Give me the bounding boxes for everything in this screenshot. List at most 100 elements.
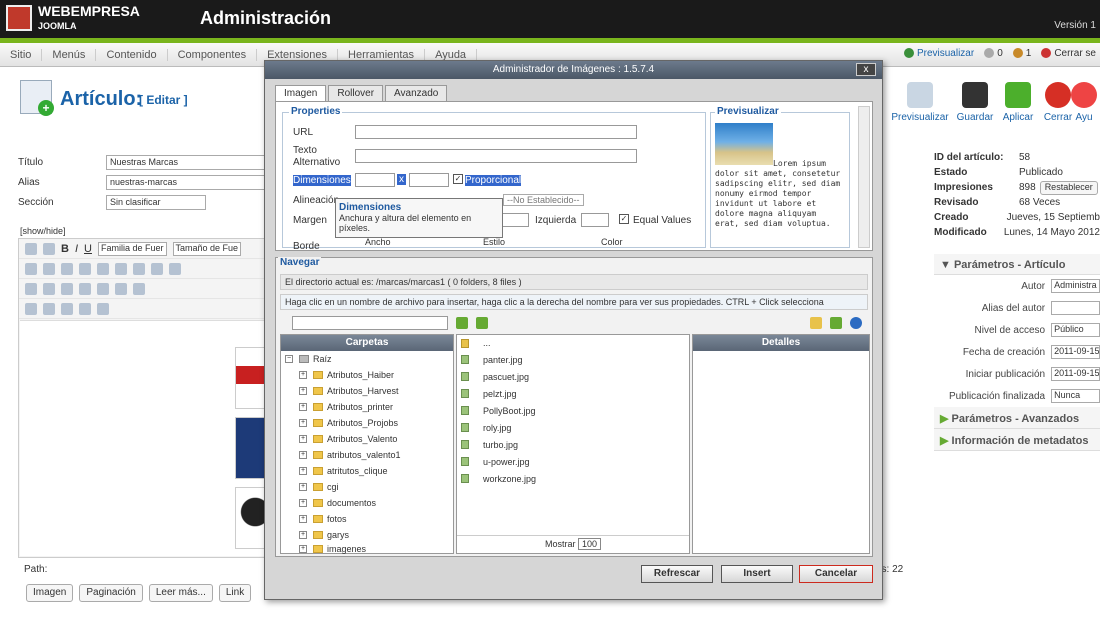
refresh-icon[interactable] bbox=[456, 317, 468, 329]
properties-scrollbar[interactable] bbox=[858, 106, 870, 248]
folder-item[interactable]: + imagenes bbox=[281, 543, 453, 555]
preview-link[interactable]: Previsualizar bbox=[903, 48, 974, 59]
created-date-input[interactable]: 2011-09-15 bbox=[1051, 345, 1100, 359]
menu-herramientas[interactable]: Herramientas bbox=[338, 48, 426, 61]
underline-icon[interactable]: U bbox=[84, 243, 92, 255]
folder-item[interactable]: + Atributos_Valento bbox=[281, 431, 453, 447]
folder-item[interactable]: + cgi bbox=[281, 479, 453, 495]
parent-folder-item[interactable]: ... bbox=[457, 335, 689, 351]
file-item[interactable]: roly.jpg bbox=[457, 419, 689, 436]
publish-up-input[interactable]: 2011-09-15 bbox=[1051, 367, 1100, 381]
info-icon[interactable] bbox=[850, 317, 862, 329]
row-icon[interactable] bbox=[133, 282, 145, 295]
italic-icon[interactable]: I bbox=[75, 243, 78, 255]
clear-format-icon[interactable] bbox=[97, 262, 109, 275]
replace-icon[interactable] bbox=[43, 262, 55, 275]
emoticon-icon[interactable] bbox=[43, 282, 55, 295]
preview-button[interactable]: Previsualizar bbox=[890, 82, 950, 123]
file-item[interactable]: pelzt.jpg bbox=[457, 385, 689, 402]
folder-item[interactable]: + Atributos_Projobs bbox=[281, 415, 453, 431]
insert-button[interactable]: Insert bbox=[721, 565, 793, 583]
dialog-close-button[interactable]: x bbox=[856, 63, 876, 76]
text-color-icon[interactable] bbox=[61, 262, 73, 275]
menu-componentes[interactable]: Componentes bbox=[168, 48, 258, 61]
new-doc-icon[interactable] bbox=[43, 242, 55, 255]
ltr-icon[interactable] bbox=[25, 282, 37, 295]
folder-item[interactable]: + fotos bbox=[281, 511, 453, 527]
folder-item[interactable]: + Atributos_Harvest bbox=[281, 383, 453, 399]
readmore-button[interactable]: Leer más... bbox=[148, 584, 213, 602]
editor-content[interactable] bbox=[20, 320, 285, 556]
menu-menus[interactable]: Menús bbox=[42, 48, 97, 61]
folder-item[interactable]: + atributos_valento1 bbox=[281, 447, 453, 463]
file-item[interactable]: pascuet.jpg bbox=[457, 368, 689, 385]
bold-icon[interactable]: B bbox=[61, 243, 69, 255]
file-item[interactable]: u-power.jpg bbox=[457, 453, 689, 470]
find-icon[interactable] bbox=[25, 262, 37, 275]
folder-item[interactable]: + Atributos_Haiber bbox=[281, 367, 453, 383]
insert-icon[interactable] bbox=[79, 302, 91, 315]
section-select[interactable]: Sin clasificar bbox=[106, 194, 206, 210]
font-size-select[interactable]: Tamaño de Fue bbox=[172, 241, 242, 256]
author-alias-input[interactable] bbox=[1051, 301, 1100, 315]
spell-icon[interactable] bbox=[25, 302, 37, 315]
margin-left-input[interactable] bbox=[581, 213, 609, 227]
root-folder[interactable]: − Raíz bbox=[281, 351, 453, 367]
menu-contenido[interactable]: Contenido bbox=[96, 48, 168, 61]
proportional-checkbox[interactable]: ✓ bbox=[453, 174, 463, 184]
menu-extensiones[interactable]: Extensiones bbox=[257, 48, 339, 61]
logout-link[interactable]: Cerrar se bbox=[1041, 48, 1096, 59]
messages-count[interactable]: 0 bbox=[984, 48, 1003, 59]
pagination-button[interactable]: Paginación bbox=[79, 584, 143, 602]
height-input[interactable] bbox=[409, 173, 449, 187]
refresh-button[interactable]: Refrescar bbox=[641, 565, 713, 583]
show-hide-toggle[interactable]: [show/hide] bbox=[20, 226, 66, 236]
file-item[interactable]: PollyBoot.jpg bbox=[457, 402, 689, 419]
author-select[interactable]: Administra bbox=[1051, 279, 1100, 293]
users-count[interactable]: 1 bbox=[1012, 48, 1031, 59]
upload-icon[interactable] bbox=[830, 317, 842, 329]
tab-rollover[interactable]: Rollover bbox=[328, 85, 384, 101]
tab-imagen[interactable]: Imagen bbox=[275, 85, 327, 101]
file-item[interactable]: workzone.jpg bbox=[457, 470, 689, 487]
path-input[interactable] bbox=[292, 316, 448, 330]
new-folder-icon[interactable] bbox=[810, 317, 822, 329]
link-button[interactable]: Link bbox=[218, 584, 252, 602]
list-icon[interactable] bbox=[151, 262, 163, 275]
equal-values-checkbox[interactable]: ✓ bbox=[619, 214, 629, 224]
reset-hits-button[interactable]: Restablecer bbox=[1039, 180, 1098, 195]
params-article-toggle[interactable]: ▼ Parámetros - Artículo bbox=[934, 254, 1100, 275]
folder-item[interactable]: + atritutos_clique bbox=[281, 463, 453, 479]
font-family-select[interactable]: Familia de Fuer bbox=[97, 241, 167, 256]
access-select[interactable]: Público bbox=[1051, 323, 1100, 337]
url-input[interactable] bbox=[355, 125, 637, 139]
redo-icon[interactable] bbox=[133, 262, 145, 275]
publish-down-input[interactable]: Nunca bbox=[1051, 389, 1100, 403]
tab-avanzado[interactable]: Avanzado bbox=[385, 85, 448, 101]
metadata-toggle[interactable]: ▶ Información de metadatos bbox=[934, 429, 1100, 451]
bullets-icon[interactable] bbox=[169, 262, 181, 275]
paragraph-icon[interactable] bbox=[43, 302, 55, 315]
width-input[interactable] bbox=[355, 173, 395, 187]
folder-item[interactable]: + Atributos_printer bbox=[281, 399, 453, 415]
margin-top-input[interactable] bbox=[501, 213, 529, 227]
table-icon[interactable] bbox=[115, 282, 127, 295]
media-icon[interactable] bbox=[61, 282, 73, 295]
alias-input[interactable]: nuestras-marcas bbox=[106, 174, 266, 190]
alt-input[interactable] bbox=[355, 149, 637, 163]
cancel-button[interactable]: Cancelar bbox=[799, 565, 873, 583]
edit-icon[interactable] bbox=[97, 282, 109, 295]
help-button[interactable]: Ayu bbox=[1068, 82, 1100, 123]
image-icon[interactable] bbox=[79, 282, 91, 295]
sync-icon[interactable] bbox=[476, 317, 488, 329]
highlight-icon[interactable] bbox=[79, 262, 91, 275]
menu-ayuda[interactable]: Ayuda bbox=[425, 48, 478, 61]
folder-item[interactable]: + documentos bbox=[281, 495, 453, 511]
undo-icon[interactable] bbox=[115, 262, 127, 275]
folder-item[interactable]: + garys bbox=[281, 527, 453, 543]
image-button[interactable]: Imagen bbox=[26, 584, 74, 602]
align-select[interactable]: --No Establecido-- bbox=[503, 194, 584, 206]
params-advanced-toggle[interactable]: ▶ Parámetros - Avanzados bbox=[934, 407, 1100, 429]
file-item[interactable]: turbo.jpg bbox=[457, 436, 689, 453]
template-icon[interactable] bbox=[97, 302, 109, 315]
